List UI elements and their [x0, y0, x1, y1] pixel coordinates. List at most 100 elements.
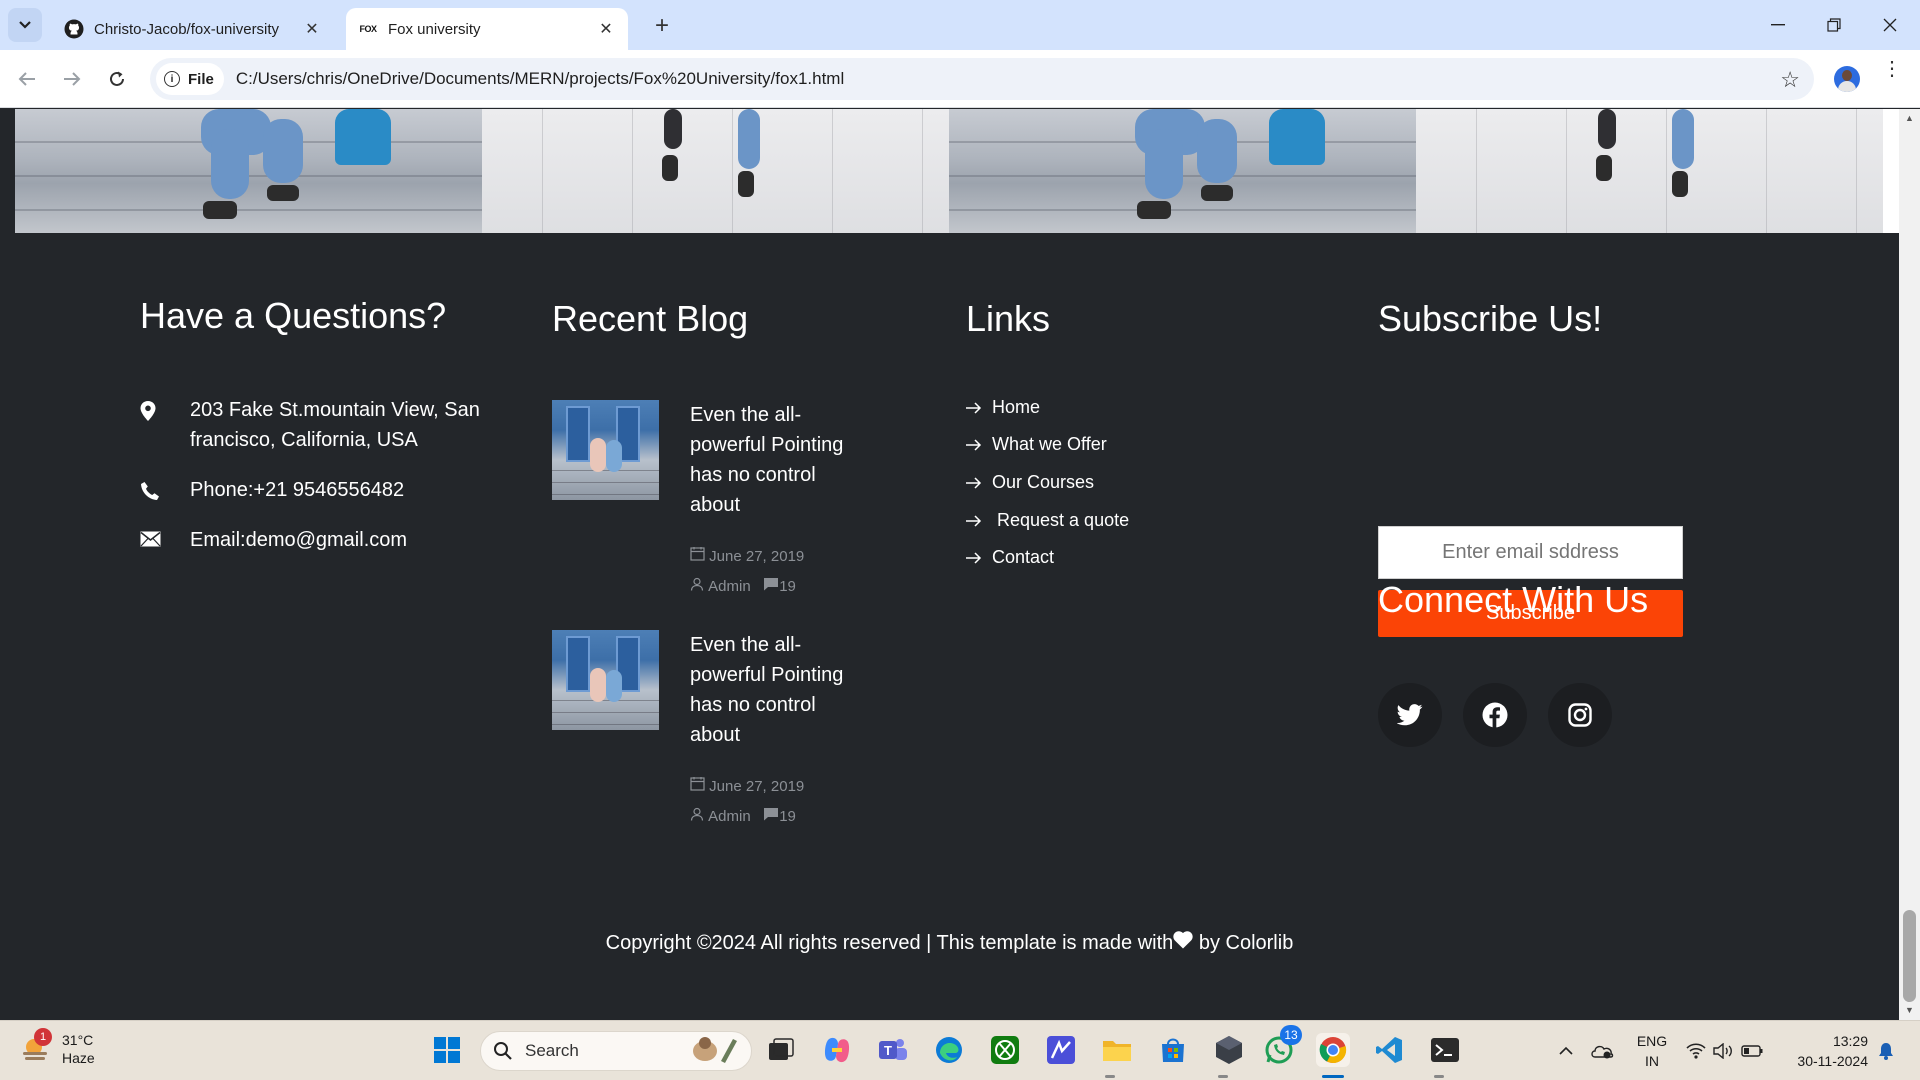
reload-button[interactable] — [100, 62, 134, 96]
facebook-button[interactable] — [1463, 683, 1527, 747]
footer-link-our-courses[interactable]: Our Courses — [966, 472, 1094, 493]
back-button[interactable] — [10, 62, 44, 96]
new-tab-button[interactable]: + — [648, 12, 676, 40]
blog-thumbnail[interactable] — [552, 400, 659, 500]
blog-post-title[interactable]: Even the all-powerful Pointing has no co… — [690, 400, 870, 520]
footer-link-home[interactable]: Home — [966, 397, 1040, 418]
battery-tray-button[interactable] — [1740, 1021, 1764, 1080]
footer-link-what-we-offer[interactable]: What we Offer — [966, 434, 1107, 455]
tab-search-dropdown-button[interactable] — [8, 8, 42, 42]
volume-tray-button[interactable] — [1712, 1021, 1736, 1080]
search-label: Search — [525, 1041, 579, 1060]
footer-link-contact[interactable]: Contact — [966, 547, 1054, 568]
image-gallery — [15, 109, 1899, 233]
xbox-button[interactable] — [988, 1033, 1022, 1067]
profile-avatar[interactable] — [1834, 66, 1860, 92]
comment-icon — [763, 807, 779, 821]
vscode-icon — [1376, 1037, 1402, 1063]
blog-post-comments[interactable]: 19 — [779, 572, 796, 602]
link-label[interactable]: Home — [992, 397, 1040, 418]
blog-post[interactable]: Even the all-powerful Pointing has no co… — [552, 400, 870, 602]
contact-email: Email:demo@gmail.com — [140, 525, 490, 555]
url-text[interactable]: C:/Users/chris/OneDrive/Documents/MERN/p… — [236, 69, 844, 89]
footer-link-request-quote[interactable]: Request a quote — [966, 510, 1129, 531]
search-highlight-icon — [685, 1033, 741, 1070]
page-scrollbar[interactable]: ▲ ▼ — [1899, 109, 1920, 1020]
taskbar-search-box[interactable]: Search — [480, 1031, 752, 1071]
restore-button[interactable] — [1806, 0, 1862, 50]
subscribe-email-input[interactable] — [1378, 526, 1683, 579]
arrow-left-icon — [18, 72, 35, 86]
start-button[interactable] — [430, 1033, 464, 1067]
blog-post[interactable]: Even the all-powerful Pointing has no co… — [552, 630, 870, 832]
task-view-button[interactable] — [764, 1033, 798, 1067]
tab-fox-university[interactable]: FOX Fox university ✕ — [346, 8, 628, 50]
gallery-photo — [949, 109, 1416, 233]
edge-button[interactable] — [932, 1033, 966, 1067]
site-info-chip[interactable]: i File — [156, 63, 224, 95]
browser-menu-icon[interactable]: ⋮ — [1882, 59, 1902, 79]
blog-post-comments[interactable]: 19 — [779, 802, 796, 832]
scroll-up-icon[interactable]: ▲ — [1905, 113, 1914, 123]
blog-post-author[interactable]: Admin — [708, 572, 751, 602]
blog-post-date[interactable]: June 27, 2019 — [709, 542, 804, 572]
vscode-button[interactable] — [1372, 1033, 1406, 1067]
weather-desc: Haze — [62, 1050, 95, 1066]
app-button-2[interactable] — [1212, 1033, 1246, 1067]
scrollbar-thumb[interactable] — [1903, 910, 1916, 1002]
onedrive-tray-button[interactable] — [1588, 1021, 1616, 1080]
bookmark-star-icon[interactable]: ☆ — [1780, 67, 1800, 93]
minimize-button[interactable] — [1750, 0, 1806, 50]
teams-button[interactable]: T — [876, 1033, 910, 1067]
file-explorer-button[interactable] — [1100, 1033, 1134, 1067]
contact-title: Have a Questions? — [140, 295, 447, 336]
link-label[interactable]: Request a quote — [992, 510, 1129, 531]
app-button[interactable] — [1044, 1033, 1078, 1067]
arrow-right-icon — [966, 476, 992, 489]
weather-temp: 31°C — [62, 1032, 94, 1048]
link-label[interactable]: Our Courses — [992, 472, 1094, 493]
blog-post-author[interactable]: Admin — [708, 802, 751, 832]
running-indicator — [1105, 1075, 1115, 1078]
folder-icon — [1103, 1041, 1131, 1061]
input-language-indicator[interactable]: ENG IN — [1634, 1031, 1670, 1071]
address-bar[interactable]: i File C:/Users/chris/OneDrive/Documents… — [150, 58, 1814, 100]
link-label[interactable]: Contact — [992, 547, 1054, 568]
colorlib-link[interactable]: by Colorlib — [1193, 932, 1294, 954]
store-button[interactable] — [1156, 1033, 1190, 1067]
tab-github[interactable]: Christo-Jacob/fox-university ✕ — [52, 8, 334, 50]
email-text[interactable]: Email:demo@gmail.com — [190, 525, 490, 555]
forward-button[interactable] — [55, 62, 89, 96]
show-hidden-icons-button[interactable] — [1552, 1021, 1580, 1080]
blog-thumbnail[interactable] — [552, 630, 659, 730]
scroll-down-icon[interactable]: ▼ — [1905, 1005, 1914, 1015]
taskbar-clock[interactable]: 13:29 30-11-2024 — [1782, 1031, 1868, 1071]
heart-icon — [1173, 931, 1193, 954]
close-window-button[interactable] — [1862, 0, 1918, 50]
web-page: Have a Questions? 203 Fake St.mountain V… — [0, 109, 1920, 1020]
running-indicator — [1218, 1075, 1228, 1078]
terminal-button[interactable] — [1428, 1033, 1462, 1067]
link-label[interactable]: What we Offer — [992, 434, 1107, 455]
twitter-button[interactable] — [1378, 683, 1442, 747]
blog-post-date[interactable]: June 27, 2019 — [709, 772, 804, 802]
whatsapp-button[interactable]: 13 — [1262, 1025, 1302, 1067]
phone-text[interactable]: Phone:+21 9546556482 — [190, 475, 490, 505]
info-icon: i — [164, 71, 180, 87]
wifi-tray-button[interactable] — [1684, 1021, 1708, 1080]
chrome-button[interactable] — [1316, 1033, 1350, 1067]
arrow-right-icon — [966, 438, 992, 451]
copilot-button[interactable] — [820, 1033, 854, 1067]
close-tab-icon[interactable]: ✕ — [302, 19, 322, 39]
gallery-photo — [15, 109, 482, 233]
notifications-button[interactable] — [1872, 1021, 1900, 1080]
bell-icon — [1879, 1043, 1893, 1060]
arrow-right-icon — [966, 401, 992, 414]
close-tab-icon[interactable]: ✕ — [596, 19, 616, 39]
chevron-down-icon — [19, 21, 31, 29]
blog-post-meta: June 27, 2019 Admin 19 — [690, 542, 870, 602]
reload-icon — [110, 71, 124, 86]
instagram-button[interactable] — [1548, 683, 1612, 747]
blog-post-title[interactable]: Even the all-powerful Pointing has no co… — [690, 630, 870, 750]
weather-widget[interactable]: 1 31°C Haze — [20, 1028, 95, 1067]
